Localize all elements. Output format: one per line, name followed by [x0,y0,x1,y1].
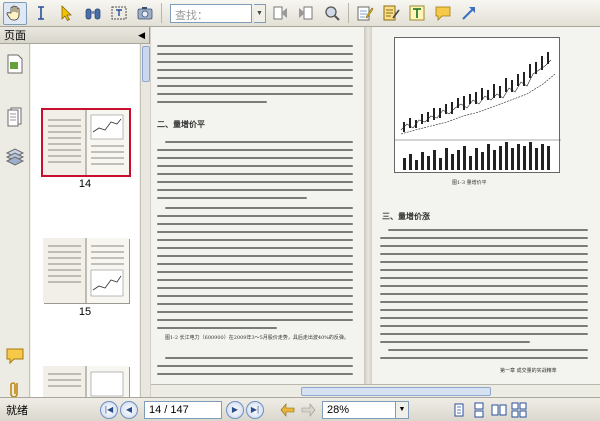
first-page-icon: |◀ [104,405,114,414]
arrow-tool-button[interactable] [457,2,481,25]
tab-layers[interactable] [4,144,26,168]
text-tool-icon [409,5,425,21]
page-thumbnail-image [43,238,129,303]
next-search-icon [299,6,313,20]
section-heading: 二、量增价平 [157,119,205,129]
pages-panel-title: 页面 [4,30,26,42]
page-thumbnail[interactable] [43,238,129,303]
page-thumbnail-image [43,366,129,397]
candlestick-chart [395,52,561,170]
chevron-down-icon: ▼ [398,406,406,413]
search-input[interactable]: 查找： [170,3,252,23]
continuous-pages-icon [474,402,484,417]
hand-tool-button[interactable] [3,1,27,25]
tab-pages[interactable] [4,52,26,76]
page-number-field[interactable]: 14 / 147 [144,400,222,419]
highlight-button[interactable] [353,2,377,25]
pages-panel-header: 页面 ◀ [0,27,149,44]
snapshot-button[interactable] [133,2,157,25]
previous-page-icon: ◀ [125,405,133,414]
snapshot-camera-icon [137,7,153,20]
pointer-icon [61,5,72,21]
figure-caption-text: 图1-2 长江电力（600900）在2009年3～5月股价走势，具后走出波40%… [165,335,349,341]
select-pointer-button[interactable] [55,2,79,25]
thumbnail-page-number: 15 [78,306,92,318]
collapse-panel-icon[interactable]: ◀ [138,30,145,41]
search-dropdown-button[interactable]: ▼ [254,3,266,23]
text-select-icon [38,6,44,20]
continuous-view-button[interactable] [471,402,487,418]
previous-page-button[interactable]: ◀ [120,400,138,419]
next-page-icon: ▶ [231,405,239,414]
arrow-tool-icon [462,7,475,20]
continuous-facing-icon [511,402,527,417]
page-thumbnail-icon [7,54,23,74]
toolbar: 查找： ▼ [0,0,600,27]
document-page-left: 二、量增价平 图1-2 长江电力（600900）在2009年3～5月股价走势，具… [151,27,364,384]
bookmark-pages-icon [7,107,22,127]
thumbnail-scrollbar[interactable] [140,44,150,397]
note-edit-button[interactable] [379,2,403,25]
chevron-down-icon: ▼ [256,9,263,17]
last-page-icon: ▶| [250,405,260,414]
highlight-icon [357,6,374,21]
thumbnail-list[interactable]: 14 15 [31,44,139,397]
search-options-button[interactable] [320,2,344,25]
first-page-button[interactable]: |◀ [100,400,118,419]
thumbnail-page-number: 14 [78,178,92,190]
comments-panel-icon [6,348,24,365]
document-page-right: 图1-3 量增价平 三、量增价涨 第一章 成交量的实战精萃 [372,27,600,384]
tab-bookmarks[interactable] [4,104,26,128]
pdf-reader-window: 查找： ▼ 页面 ◀ 14 15 二、量增价平 图1-2 长江电力（600900… [0,0,600,421]
continuous-facing-view-button[interactable] [511,402,527,418]
facing-pages-icon [491,404,507,415]
thumbnail-scroll-thumb[interactable] [142,46,150,82]
comment-button[interactable] [431,2,455,25]
section-heading: 三、量增价涨 [382,211,430,221]
document-horizontal-scrollbar[interactable] [151,384,600,397]
figure-caption: 图1-3 量增价平 [452,180,487,186]
note-edit-icon [383,5,400,21]
pages-panel: 页面 ◀ 14 15 [0,27,150,398]
layers-icon [5,148,25,166]
zoom-dropdown-button[interactable]: ▼ [396,400,409,419]
hand-tool-icon [6,5,20,21]
zoom-field[interactable]: 28% [322,400,396,419]
page-thumbnail-image [43,110,129,175]
next-page-button[interactable]: ▶ [226,400,244,419]
toolbar-separator [161,3,162,23]
status-bar: 就绪 |◀ ◀ 14 / 147 ▶ ▶| 28% ▼ [0,397,600,421]
single-page-icon [454,403,464,416]
page-footer: 第一章 成交量的实战精萃 [500,368,557,374]
panel-tab-strip [0,44,30,398]
forward-arrow-icon [301,402,316,417]
toolbar-separator [348,3,349,23]
facing-view-button[interactable] [491,402,507,418]
text-box-select-button[interactable] [107,2,131,25]
text-select-button[interactable] [29,2,53,25]
back-arrow-icon [280,402,295,417]
single-page-view-button[interactable] [451,402,467,418]
horizontal-scroll-thumb[interactable] [301,387,491,396]
status-text: 就绪 [6,404,28,417]
previous-search-icon [273,6,287,20]
page-gutter [364,27,372,384]
text-box-select-icon [111,6,127,20]
next-search-button[interactable] [294,2,318,25]
previous-search-button[interactable] [268,2,292,25]
forward-view-button[interactable] [300,402,316,418]
find-binoculars-icon [85,8,101,20]
magnifier-icon [325,6,340,21]
document-view[interactable]: 二、量增价平 图1-2 长江电力（600900）在2009年3～5月股价走势，具… [151,27,600,384]
comment-icon [435,6,451,21]
find-button[interactable] [81,2,105,25]
page-thumbnail[interactable] [43,366,129,397]
text-tool-button[interactable] [405,2,429,25]
page-thumbnail[interactable] [41,108,131,177]
stock-chart-figure [394,37,561,173]
back-view-button[interactable] [280,402,296,418]
last-page-button[interactable]: ▶| [246,400,264,419]
tab-comments[interactable] [4,344,26,368]
